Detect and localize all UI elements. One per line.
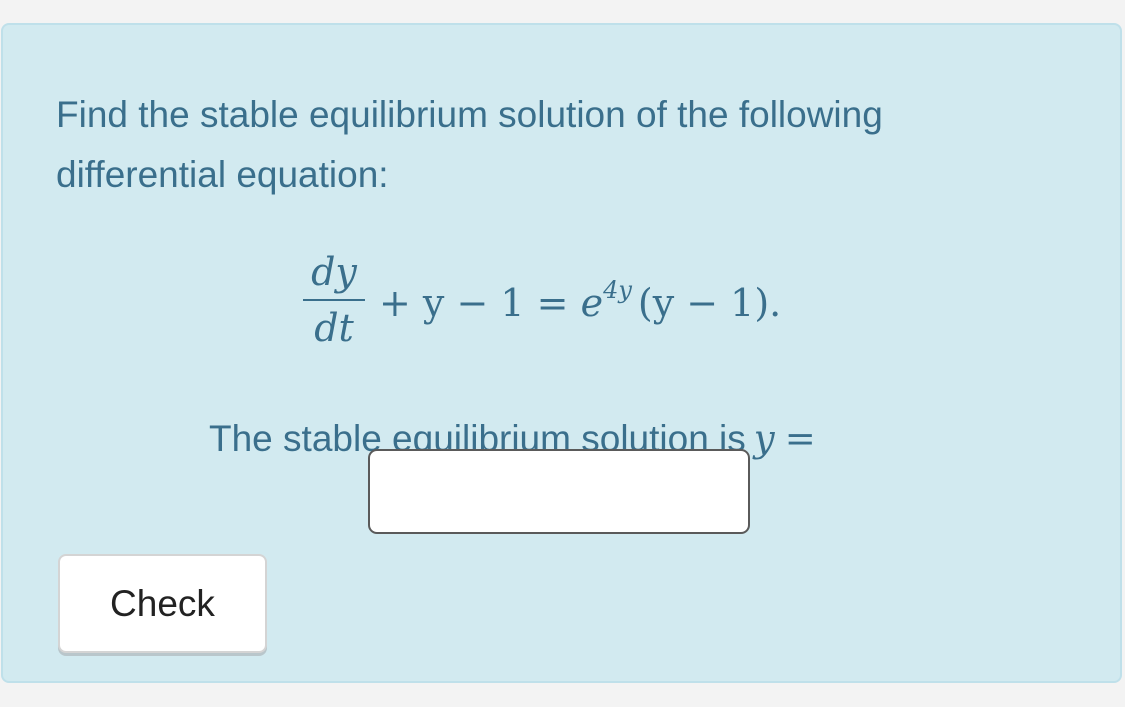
- check-button[interactable]: Check: [58, 554, 267, 653]
- equation-lhs-rest: + y − 1 =: [379, 280, 581, 325]
- question-card: Find the stable equilibrium solution of …: [1, 23, 1122, 683]
- differential-equation: dy dt + y − 1 = e4y (y − 1).: [303, 240, 781, 360]
- exponent: 4y: [603, 275, 632, 304]
- answer-variable: y: [753, 417, 775, 460]
- fraction-bar: [303, 299, 365, 301]
- derivative-fraction: dy dt: [303, 249, 365, 351]
- fraction-numerator: dy: [311, 250, 357, 294]
- answer-input[interactable]: [368, 449, 750, 534]
- equation-rest: + y − 1 = e4y (y − 1).: [379, 276, 781, 325]
- question-prompt: Find the stable equilibrium solution of …: [56, 94, 883, 195]
- answer-equals-sign: =: [784, 417, 816, 460]
- exponential-base: e: [580, 280, 604, 325]
- fraction-denominator: dt: [314, 306, 354, 350]
- equation-rhs-rest: (y − 1).: [637, 280, 782, 325]
